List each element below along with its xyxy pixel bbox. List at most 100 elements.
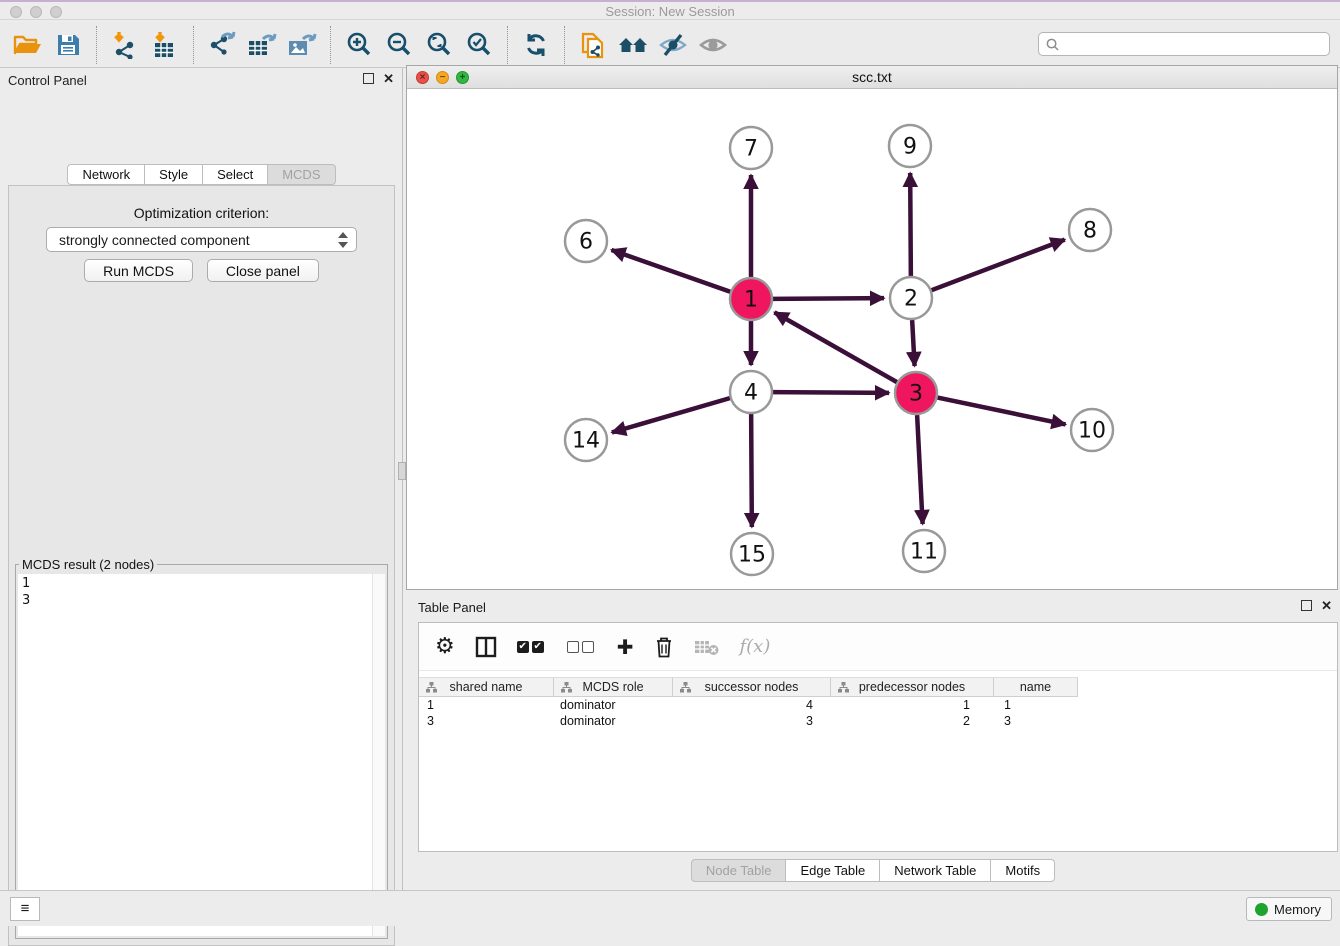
graph-node-8[interactable]: 8 [1069, 209, 1111, 251]
graph-node-10[interactable]: 10 [1071, 409, 1113, 451]
column-header-name[interactable]: name [994, 677, 1078, 697]
show-graphics-button[interactable] [696, 28, 730, 62]
export-table-button[interactable] [245, 28, 279, 62]
table-cell[interactable]: 1 [419, 697, 554, 713]
tab-edge-table[interactable]: Edge Table [786, 859, 880, 882]
export-network-button[interactable] [205, 28, 239, 62]
column-header-successor-nodes[interactable]: successor nodes [673, 677, 831, 697]
close-panel-icon[interactable]: ✕ [383, 73, 394, 84]
export-image-button[interactable] [285, 28, 319, 62]
column-header-label: MCDS role [582, 680, 643, 694]
graph-node-11[interactable]: 11 [903, 530, 945, 572]
mcds-panel: Optimization criterion: strongly connect… [8, 185, 395, 946]
edge-2-8[interactable] [932, 240, 1065, 291]
tab-select[interactable]: Select [203, 164, 268, 185]
graph-node-4[interactable]: 4 [730, 371, 772, 413]
column-header-predecessor-nodes[interactable]: predecessor nodes [831, 677, 994, 697]
clone-network-button[interactable] [576, 28, 610, 62]
show-column-panel-button[interactable] [475, 632, 497, 662]
mcds-result-group: MCDS result (2 nodes) 1 3 [15, 557, 388, 939]
float-panel-icon[interactable] [363, 73, 374, 84]
zoom-selected-button[interactable] [462, 28, 496, 62]
table-settings-button[interactable]: ⚙ [435, 632, 455, 662]
node-label: 8 [1083, 219, 1097, 244]
table-row[interactable]: 3dominator323 [419, 713, 1337, 729]
control-panel-tabs: NetworkStyleSelectMCDS [0, 164, 403, 185]
table-cell[interactable]: 4 [673, 697, 831, 713]
select-all-button[interactable]: ✔ ✔ [517, 632, 547, 662]
zoom-out-button[interactable] [382, 28, 416, 62]
eye-icon [698, 32, 728, 58]
deselect-all-button[interactable] [567, 632, 597, 662]
table-cell[interactable]: 2 [831, 713, 994, 729]
edge-2-3[interactable] [912, 320, 914, 366]
table-cell[interactable]: 1 [831, 697, 994, 713]
graph-node-2[interactable]: 2 [890, 277, 932, 319]
panel-splitter-handle[interactable] [398, 462, 406, 480]
toolbar-separator [507, 26, 508, 64]
edge-2-9[interactable] [910, 173, 911, 276]
table-cell[interactable]: 3 [673, 713, 831, 729]
delete-column-button[interactable] [654, 632, 674, 662]
criterion-select[interactable]: strongly connected component [46, 227, 357, 252]
graph-node-7[interactable]: 7 [730, 127, 772, 169]
import-table-button[interactable] [148, 28, 182, 62]
edge-3-10[interactable] [938, 398, 1066, 425]
edge-4-15[interactable] [751, 414, 752, 527]
search-icon [1045, 37, 1060, 52]
search-input[interactable] [1060, 37, 1323, 52]
close-table-panel-icon[interactable]: ✕ [1321, 600, 1332, 611]
mcds-result-area[interactable]: 1 3 [18, 574, 385, 936]
import-network-button[interactable] [108, 28, 142, 62]
edge-4-14[interactable] [612, 398, 730, 432]
zoom-in-button[interactable] [342, 28, 376, 62]
tab-network-table[interactable]: Network Table [880, 859, 991, 882]
network-frame-title: scc.txt [407, 69, 1337, 85]
edge-3-1[interactable] [774, 312, 896, 382]
edge-3-11[interactable] [917, 415, 923, 524]
tab-network[interactable]: Network [67, 164, 145, 185]
delete-table-icon [694, 637, 720, 657]
graph-node-1[interactable]: 1 [730, 278, 772, 320]
table-cell[interactable]: dominator [554, 697, 673, 713]
eye-slash-icon [658, 32, 688, 58]
table-cell[interactable]: 3 [994, 713, 1078, 729]
apply-layout-button[interactable] [519, 28, 553, 62]
column-header-MCDS-role[interactable]: MCDS role [554, 677, 673, 697]
edge-1-6[interactable] [611, 250, 730, 292]
memory-button[interactable]: Memory [1246, 897, 1332, 921]
trash-icon [654, 635, 674, 659]
tab-mcds[interactable]: MCDS [268, 164, 335, 185]
table-cell[interactable]: 1 [994, 697, 1078, 713]
graph-node-15[interactable]: 15 [731, 533, 773, 575]
float-table-panel-icon[interactable] [1301, 600, 1312, 611]
network-canvas[interactable]: 7 9 6 8 1 2 4 3 14 10 15 11 [407, 90, 1337, 589]
zoom-fit-button[interactable] [422, 28, 456, 62]
graph-node-6[interactable]: 6 [565, 220, 607, 262]
edge-4-3[interactable] [773, 392, 889, 393]
home-button[interactable] [616, 28, 650, 62]
graph-node-14[interactable]: 14 [565, 419, 607, 461]
edge-1-2[interactable] [773, 298, 884, 299]
hide-show-button[interactable] [656, 28, 690, 62]
refresh-icon [522, 31, 550, 59]
tab-motifs[interactable]: Motifs [991, 859, 1055, 882]
table-cell[interactable]: 3 [419, 713, 554, 729]
table-cell[interactable]: dominator [554, 713, 673, 729]
graph-node-3[interactable]: 3 [895, 372, 937, 414]
toolbar-search[interactable] [1038, 32, 1330, 56]
column-header-shared-name[interactable]: shared name [419, 677, 554, 697]
open-session-button[interactable] [11, 28, 45, 62]
tab-node-table[interactable]: Node Table [691, 859, 787, 882]
tab-style[interactable]: Style [145, 164, 203, 185]
run-mcds-button[interactable]: Run MCDS [84, 259, 193, 282]
table-row[interactable]: 1dominator411 [419, 697, 1337, 713]
save-icon [55, 32, 81, 58]
add-column-button[interactable]: ✚ [617, 632, 634, 662]
close-panel-button[interactable]: Close panel [207, 259, 319, 282]
network-frame-titlebar[interactable]: × − + scc.txt [407, 66, 1337, 89]
task-history-button[interactable]: ≡ [10, 897, 40, 921]
save-session-button[interactable] [51, 28, 85, 62]
graph-node-9[interactable]: 9 [889, 125, 931, 167]
result-scrollbar[interactable] [372, 574, 385, 936]
